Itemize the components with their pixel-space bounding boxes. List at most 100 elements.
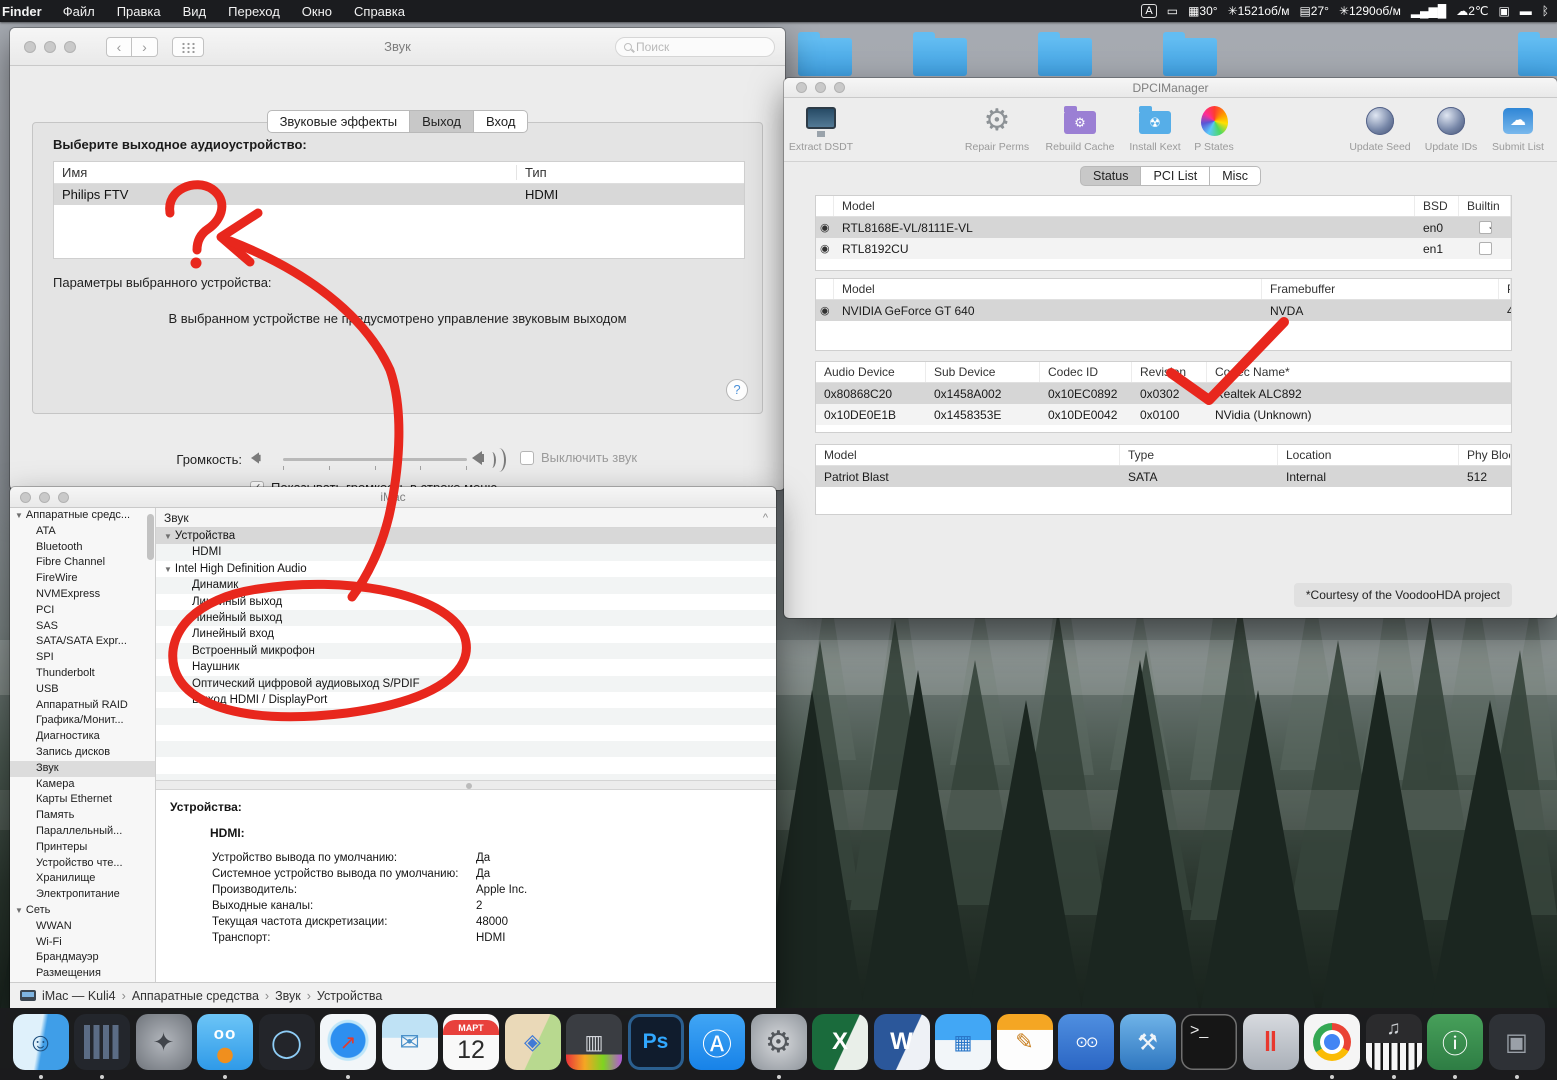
tree-item-speaker[interactable]: Динамик	[156, 577, 776, 594]
signal-bars-icon[interactable]: ▂▄▆█	[1411, 4, 1446, 18]
dock-word[interactable]: W	[873, 1014, 930, 1070]
tree-item-line-out[interactable]: Линейный выход	[156, 609, 776, 627]
desktop-folder[interactable]	[1038, 32, 1092, 76]
dock-finder[interactable]: ☺	[12, 1014, 69, 1079]
tree-item-line-out[interactable]: Линейный выход	[156, 593, 776, 610]
close-button[interactable]	[796, 82, 807, 93]
desktop-folder[interactable]	[913, 32, 967, 76]
dock-app-store[interactable]: Ⓐ	[689, 1014, 745, 1070]
dock-keynote[interactable]: ▦	[935, 1014, 991, 1070]
dock-final-cut-pro[interactable]: ▥	[566, 1014, 622, 1070]
col-sub-device[interactable]: Sub Device	[926, 362, 1040, 382]
col-codec-id[interactable]: Codec ID	[1040, 362, 1132, 382]
dock-safari[interactable]: ↗	[320, 1014, 376, 1079]
col-model[interactable]: Model	[816, 445, 1120, 465]
sidebar-item-sata[interactable]: SATA/SATA Expr...	[10, 634, 155, 650]
sidebar-item-graphics[interactable]: Графика/Монит...	[10, 713, 155, 729]
tree-item-hdmi-displayport[interactable]: Выход HDMI / DisplayPort	[156, 691, 776, 709]
dock-system-preferences[interactable]: ⚙	[750, 1014, 807, 1079]
display-icon[interactable]: ▭	[1167, 4, 1178, 18]
desktop-folder[interactable]	[1163, 32, 1217, 76]
gpu-fan-indicator[interactable]: ✳1290об/м	[1339, 4, 1401, 18]
table-row[interactable]: Patriot Blast SATA Internal 512	[816, 466, 1511, 487]
tree-group-intel-hda[interactable]: ▼ Intel High Definition Audio	[156, 560, 776, 578]
help-button[interactable]: ?	[726, 379, 748, 401]
dock-chrome[interactable]	[1304, 1014, 1360, 1079]
minimize-button[interactable]	[39, 491, 50, 503]
tab-input[interactable]: Вход	[474, 110, 529, 133]
minimize-button[interactable]	[44, 40, 56, 53]
disclosure-icon[interactable]: ▼	[164, 532, 172, 541]
table-row[interactable]: ◉ RTL8168E-VL/8111E-VL en0 ✓	[816, 217, 1511, 238]
tree-item-internal-mic[interactable]: Встроенный микрофон	[156, 642, 776, 660]
menu-go[interactable]: Переход	[228, 4, 280, 19]
forward-button[interactable]: ›	[132, 36, 158, 57]
search-input[interactable]: Поиск	[615, 36, 775, 57]
tree-item-headphones[interactable]: Наушник	[156, 659, 776, 676]
desktop-folder[interactable]	[1518, 32, 1557, 76]
col-model[interactable]: Model	[834, 196, 1415, 216]
table-row[interactable]: 0x10DE0E1B 0x1458353E 0x10DE0042 0x0100 …	[816, 404, 1511, 425]
zoom-button[interactable]	[58, 491, 69, 503]
breadcrumb-sound[interactable]: Звук	[275, 989, 301, 1003]
minimize-button[interactable]	[815, 82, 826, 93]
sidebar-item-firewall[interactable]: Брандмауэр	[10, 950, 155, 966]
menu-help[interactable]: Справка	[354, 4, 405, 19]
sidebar-item-card-reader[interactable]: Устройство чте...	[10, 856, 155, 872]
mute-checkbox[interactable]: ✓	[520, 450, 534, 465]
dock-mail[interactable]: ✉	[381, 1014, 438, 1070]
sidebar-item-thunderbolt[interactable]: Thunderbolt	[10, 666, 155, 682]
sidebar-item-wwan[interactable]: WWAN	[10, 919, 155, 935]
menu-app-finder[interactable]: Finder	[2, 4, 42, 19]
tree-group-devices[interactable]: ▼ Устройства	[156, 528, 776, 545]
tab-pci-list[interactable]: PCI List	[1141, 166, 1211, 186]
sidebar-item-fibre-channel[interactable]: Fibre Channel	[10, 555, 155, 571]
sidebar-item-usb[interactable]: USB	[10, 682, 155, 698]
app-badge-icon[interactable]: ▣	[1498, 4, 1509, 18]
sidebar-item-sound[interactable]: Звук	[10, 760, 155, 777]
col-revision[interactable]: Revision	[1132, 362, 1207, 382]
column-name[interactable]: Имя	[54, 165, 517, 180]
dock-parallels[interactable]: ‖	[1242, 1014, 1299, 1070]
col-codec-name[interactable]: Codec Name*	[1207, 362, 1511, 382]
show-all-button[interactable]	[172, 36, 204, 57]
dock-pages[interactable]: ✎	[996, 1014, 1053, 1070]
sidebar-item-printers[interactable]: Принтеры	[10, 840, 155, 856]
breadcrumb-hardware[interactable]: Аппаратные средства	[132, 989, 259, 1003]
dock-screen-sharing[interactable]: ⊙⊙	[1058, 1014, 1114, 1070]
breadcrumb-devices[interactable]: Устройства	[317, 989, 382, 1003]
sync-displays-icon[interactable]: ▬	[1520, 4, 1532, 18]
close-button[interactable]	[20, 491, 31, 503]
zoom-button[interactable]	[834, 82, 845, 93]
col-phy-block[interactable]: Phy Block	[1459, 445, 1511, 465]
dock-camera-app[interactable]: ◯	[258, 1014, 315, 1070]
toolbar-submit-list[interactable]: ☁ Submit List	[1463, 103, 1557, 153]
col-builtin[interactable]: Builtin	[1459, 196, 1511, 216]
disclosure-icon[interactable]: ▼	[164, 565, 172, 574]
sidebar-item-diagnostics[interactable]: Диагностика	[10, 729, 155, 745]
sidebar-item-ata[interactable]: ATA	[10, 524, 155, 540]
dock-dpcimanager[interactable]: ⓘ	[1427, 1014, 1483, 1079]
sidebar-item-bluetooth[interactable]: Bluetooth	[10, 540, 155, 556]
sidebar-item-power[interactable]: Электропитание	[10, 887, 155, 903]
menu-edit[interactable]: Правка	[117, 4, 161, 19]
col-location[interactable]: Location	[1278, 445, 1459, 465]
col-type[interactable]: Type	[1120, 445, 1278, 465]
tab-misc[interactable]: Misc	[1210, 166, 1261, 186]
sidebar-item-storage[interactable]: Хранилище	[10, 871, 155, 887]
tab-status[interactable]: Status	[1080, 166, 1142, 186]
menu-view[interactable]: Вид	[183, 4, 207, 19]
bluetooth-icon[interactable]: ᛒ	[1542, 4, 1549, 18]
tree-item-line-in[interactable]: Линейный вход	[156, 626, 776, 643]
sidebar-item-pci[interactable]: PCI	[10, 603, 155, 619]
toolbar-p-states[interactable]: P States	[1159, 103, 1269, 153]
eye-icon[interactable]: ◉	[816, 304, 834, 317]
tab-sound-effects[interactable]: Звуковые эффекты	[266, 110, 411, 133]
dock-launchpad[interactable]: ✦	[135, 1014, 192, 1070]
device-row[interactable]: Philips FTV HDMI	[54, 184, 744, 205]
zoom-button[interactable]	[64, 40, 76, 53]
volume-slider-track[interactable]	[283, 458, 467, 461]
tree-item-spdif[interactable]: Оптический цифровой аудиовыход S/PDIF	[156, 675, 776, 692]
disclosure-icon[interactable]: ▼	[15, 906, 23, 915]
cpu-temp-indicator[interactable]: ▦30°	[1188, 4, 1217, 18]
